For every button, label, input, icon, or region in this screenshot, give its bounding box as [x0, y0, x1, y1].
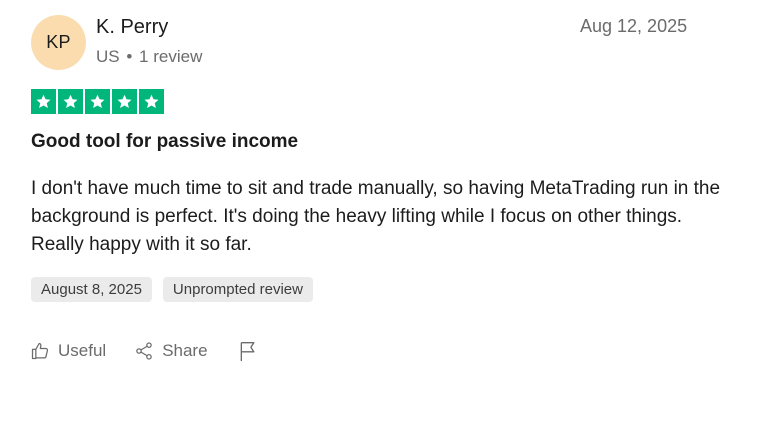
useful-label: Useful — [58, 341, 107, 360]
star-icon — [112, 89, 137, 114]
star-icon — [58, 89, 83, 114]
review-type-badge[interactable]: Unprompted review — [162, 277, 313, 302]
reviewer-meta: US • 1 review — [96, 47, 202, 67]
reviewer-name[interactable]: K. Perry — [96, 16, 168, 39]
thumbs-up-icon — [30, 341, 50, 361]
star-rating — [31, 89, 164, 114]
avatar-initials: KP — [46, 32, 71, 52]
review-card: KP K. Perry US • 1 review Aug 12, 2025 G… — [0, 0, 778, 423]
flag-icon — [238, 340, 258, 362]
share-button[interactable]: Share — [134, 341, 208, 361]
report-button[interactable] — [238, 340, 258, 362]
review-body-text: I don't have much time to sit and trade … — [31, 178, 721, 255]
review-date: Aug 12, 2025 — [580, 16, 688, 36]
useful-button[interactable]: Useful — [30, 341, 106, 361]
share-label: Share — [162, 341, 208, 360]
star-icon — [139, 89, 164, 114]
star-icon — [31, 89, 56, 114]
reviewer-country: US — [96, 47, 120, 66]
avatar[interactable]: KP — [31, 15, 86, 70]
reviewer-review-count: 1 review — [139, 47, 203, 66]
share-icon — [134, 341, 154, 361]
review-body: I don't have much time to sit and trade … — [31, 175, 731, 259]
review-tags: August 8, 2025 Unprompted review — [31, 277, 313, 302]
review-title[interactable]: Good tool for passive income — [31, 131, 298, 153]
star-icon — [85, 89, 110, 114]
meta-separator: • — [126, 47, 133, 66]
experience-date-badge: August 8, 2025 — [31, 277, 152, 302]
review-actions: Useful Share — [30, 340, 258, 362]
